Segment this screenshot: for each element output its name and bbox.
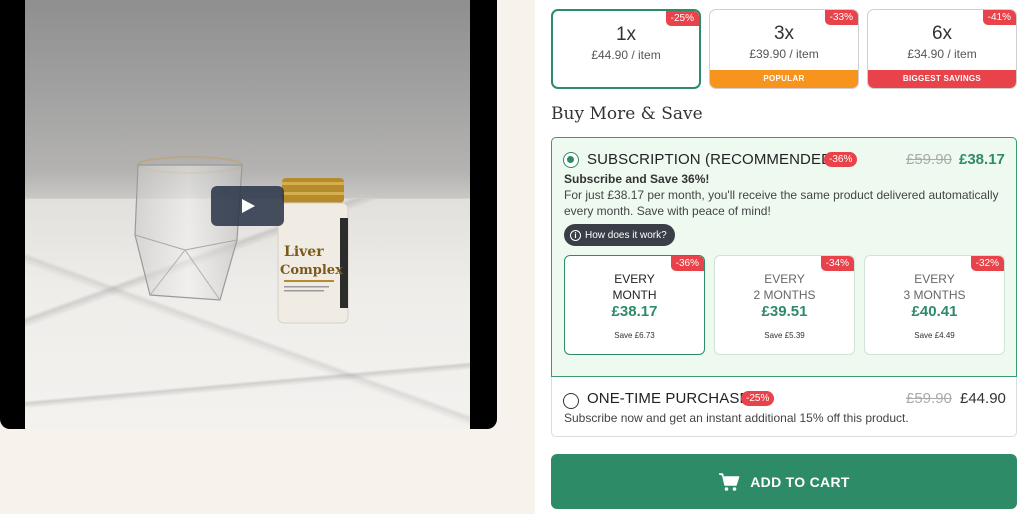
subscription-heading: Subscribe and Save 36%! xyxy=(564,172,710,186)
how-does-it-work-button[interactable]: i How does it work? xyxy=(564,224,675,246)
section-title: Buy More & Save xyxy=(551,104,703,124)
one-time-description: Subscribe now and get an instant additio… xyxy=(564,411,909,425)
quantity-option-1x[interactable]: -25% 1x £44.90 / item xyxy=(551,9,701,89)
frequency-label-line2: 3 MONTHS xyxy=(903,288,966,302)
frequency-price: £40.41 xyxy=(911,303,958,320)
frequency-price: £39.51 xyxy=(761,303,808,320)
discount-badge: -36% xyxy=(670,256,704,271)
frequency-savings: Save £6.73 xyxy=(614,331,655,340)
water-glass-image xyxy=(134,156,243,301)
product-video[interactable]: Liver Complex xyxy=(0,0,497,429)
frequency-price: £38.17 xyxy=(611,303,658,320)
frequency-savings: Save £4.49 xyxy=(914,331,955,340)
subscription-price: £38.17 xyxy=(959,151,1005,168)
play-icon xyxy=(242,199,255,213)
jar-brand-text: Liver xyxy=(284,244,324,260)
one-time-title: ONE-TIME PURCHASE xyxy=(587,390,750,407)
frequency-label-line2: 2 MONTHS xyxy=(753,288,816,302)
quantity-count: 6x xyxy=(931,23,953,44)
quantity-option-3x[interactable]: -33% 3x £39.90 / item POPULAR xyxy=(709,9,859,89)
frequency-savings: Save £5.39 xyxy=(764,331,805,340)
marble-surface xyxy=(25,199,470,429)
subscription-old-price: £59.90 xyxy=(906,151,952,168)
cart-icon xyxy=(719,472,740,491)
one-time-price: £44.90 xyxy=(960,390,1006,407)
one-time-discount-badge: -25% xyxy=(741,391,775,406)
popular-ribbon: POPULAR xyxy=(710,70,858,88)
subscription-option[interactable]: SUBSCRIPTION (RECOMMENDED) -36% £59.90 £… xyxy=(551,137,1017,377)
frequency-option-3-months[interactable]: -32% EVERY 3 MONTHS £40.41 Save £4.49 xyxy=(864,255,1005,355)
quantity-price: £34.90 / item xyxy=(907,47,977,61)
frequency-label-line1: EVERY xyxy=(764,272,805,286)
frequency-label: EVERY 2 MONTHS xyxy=(715,271,854,303)
add-to-cart-label: ADD TO CART xyxy=(750,473,850,490)
quantity-price: £44.90 / item xyxy=(591,48,661,62)
discount-badge: -34% xyxy=(820,256,854,271)
one-time-old-price: £59.90 xyxy=(906,390,952,407)
how-label: How does it work? xyxy=(585,229,667,241)
frequency-option-monthly[interactable]: -36% EVERY MONTH £38.17 Save £6.73 xyxy=(564,255,705,355)
subscription-radio[interactable] xyxy=(563,152,579,168)
frequency-label-line1: EVERY xyxy=(914,272,955,286)
subscription-description: For just £38.17 per month, you'll receiv… xyxy=(564,188,999,218)
one-time-purchase-option[interactable]: ONE-TIME PURCHASE -25% £59.90 £44.90 Sub… xyxy=(551,377,1017,437)
quantity-count: 3x xyxy=(773,23,795,44)
quantity-price: £39.90 / item xyxy=(749,47,819,61)
subscription-title: SUBSCRIPTION (RECOMMENDED) xyxy=(587,151,838,168)
quantity-option-6x[interactable]: -41% 6x £34.90 / item BIGGEST SAVINGS xyxy=(867,9,1017,89)
quantity-count: 1x xyxy=(615,24,637,45)
frequency-option-2-months[interactable]: -34% EVERY 2 MONTHS £39.51 Save £5.39 xyxy=(714,255,855,355)
one-time-radio[interactable] xyxy=(563,393,579,409)
discount-badge: -32% xyxy=(970,256,1004,271)
frequency-label: EVERY MONTH xyxy=(565,271,704,303)
quantity-selector: -25% 1x £44.90 / item -33% 3x £39.90 / i… xyxy=(551,9,1017,89)
subscription-discount-badge: -36% xyxy=(824,152,858,167)
info-icon: i xyxy=(570,229,581,241)
frequency-label: EVERY 3 MONTHS xyxy=(865,271,1004,303)
frequency-label-line1: EVERY xyxy=(614,272,655,286)
add-to-cart-button[interactable]: ADD TO CART xyxy=(551,454,1017,509)
play-button[interactable] xyxy=(211,186,284,226)
biggest-savings-ribbon: BIGGEST SAVINGS xyxy=(868,70,1016,88)
frequency-label-line2: MONTH xyxy=(612,288,657,302)
jar-name-text: Complex xyxy=(280,263,343,278)
